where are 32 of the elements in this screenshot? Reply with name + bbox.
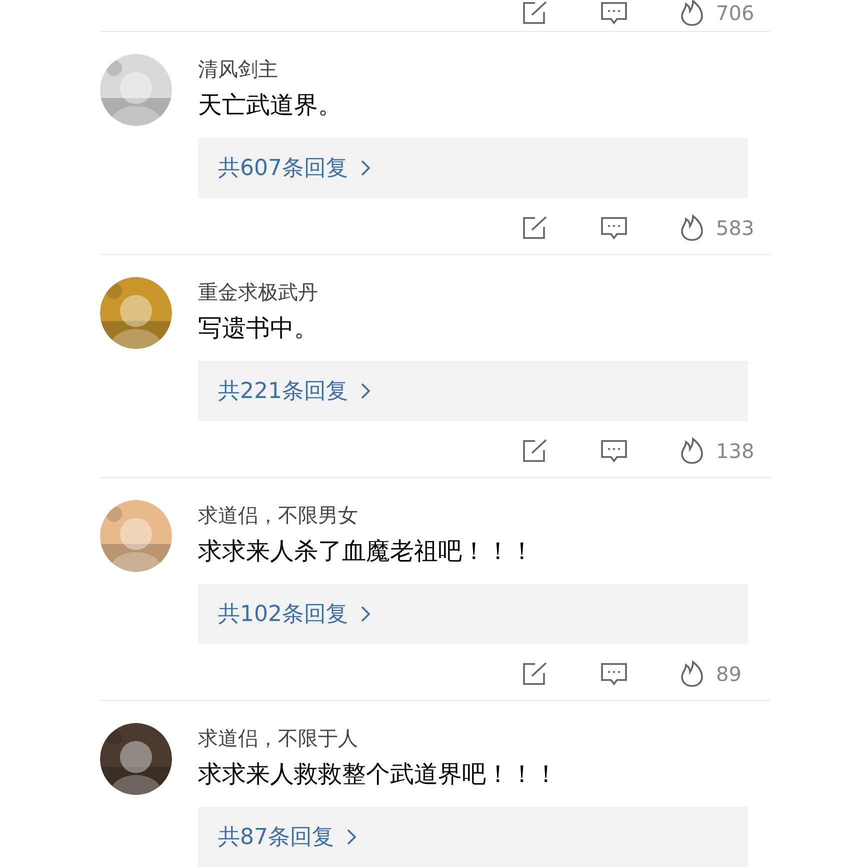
replies-button[interactable]: 共607条回复: [198, 138, 748, 198]
replies-button[interactable]: 共102条回复: [198, 584, 748, 644]
like-count: 89: [716, 661, 742, 688]
username[interactable]: 重金求极武丹: [198, 279, 770, 305]
like-count: 583: [716, 215, 756, 242]
comment-text: 求求来人杀了血魔老祖吧！！！: [198, 536, 535, 567]
replies-button[interactable]: 共221条回复: [198, 361, 748, 421]
edit-icon[interactable]: [522, 216, 548, 240]
comment-icon[interactable]: [600, 216, 628, 240]
like-count: 138: [716, 438, 756, 465]
flame-icon[interactable]: [680, 214, 704, 242]
username[interactable]: 求道侣，不限于人: [198, 725, 770, 751]
edit-icon[interactable]: [522, 439, 548, 463]
like-count: 706: [716, 0, 756, 26]
username[interactable]: 清风剑主: [198, 56, 770, 82]
flame-icon[interactable]: [680, 0, 704, 26]
comment-text: 写遗书中。: [198, 313, 319, 344]
username[interactable]: 求道侣，不限男女: [198, 502, 770, 528]
replies-button[interactable]: 共87条回复: [198, 807, 748, 867]
flame-icon[interactable]: [680, 660, 704, 688]
edit-icon[interactable]: [522, 662, 548, 686]
comment-icon[interactable]: [600, 439, 628, 463]
chevron-icon: [360, 160, 370, 176]
chevron-icon: [360, 383, 370, 399]
comment-icon[interactable]: [600, 662, 628, 686]
flame-icon[interactable]: [680, 437, 704, 465]
comment-text: 求求来人救救整个武道界吧！！！: [198, 759, 559, 790]
comment-text: 天亡武道界。: [198, 90, 343, 121]
chevron-icon: [360, 606, 370, 622]
comment-icon[interactable]: [600, 0, 628, 24]
chevron-icon: [346, 829, 356, 845]
edit-icon[interactable]: [522, 0, 548, 24]
